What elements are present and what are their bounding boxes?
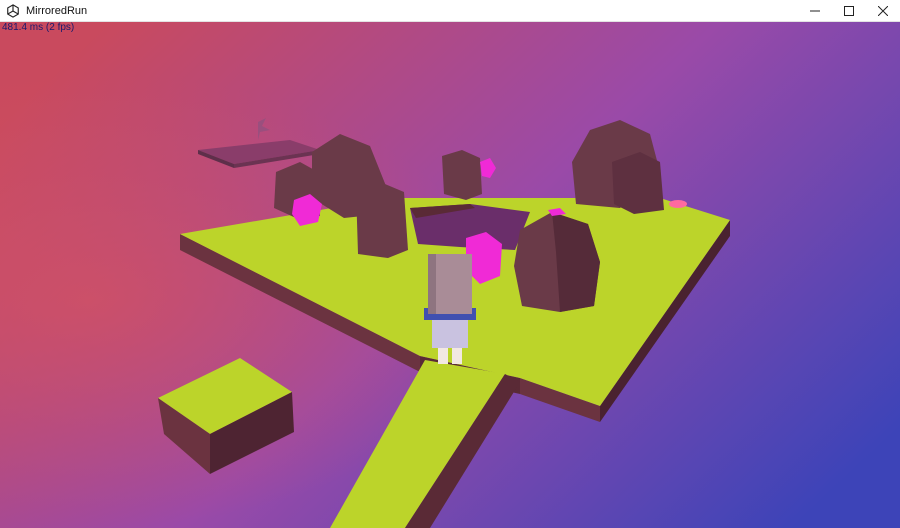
fps-counter: 481.4 ms (2 fps) xyxy=(2,22,75,33)
maximize-icon xyxy=(844,6,854,16)
rock xyxy=(612,152,664,214)
game-scene xyxy=(0,22,900,528)
minimize-icon xyxy=(810,10,820,12)
close-button[interactable] xyxy=(866,0,900,22)
minimize-button[interactable] xyxy=(798,0,832,22)
rock xyxy=(356,182,408,258)
rock xyxy=(442,150,482,200)
maximize-button[interactable] xyxy=(832,0,866,22)
close-icon xyxy=(878,6,888,16)
window-titlebar[interactable]: MirroredRun xyxy=(0,0,900,22)
pressure-button xyxy=(669,200,687,208)
window-title: MirroredRun xyxy=(26,4,88,17)
unity-logo-icon xyxy=(7,3,19,18)
game-viewport[interactable]: 481.4 ms (2 fps) xyxy=(0,22,900,528)
